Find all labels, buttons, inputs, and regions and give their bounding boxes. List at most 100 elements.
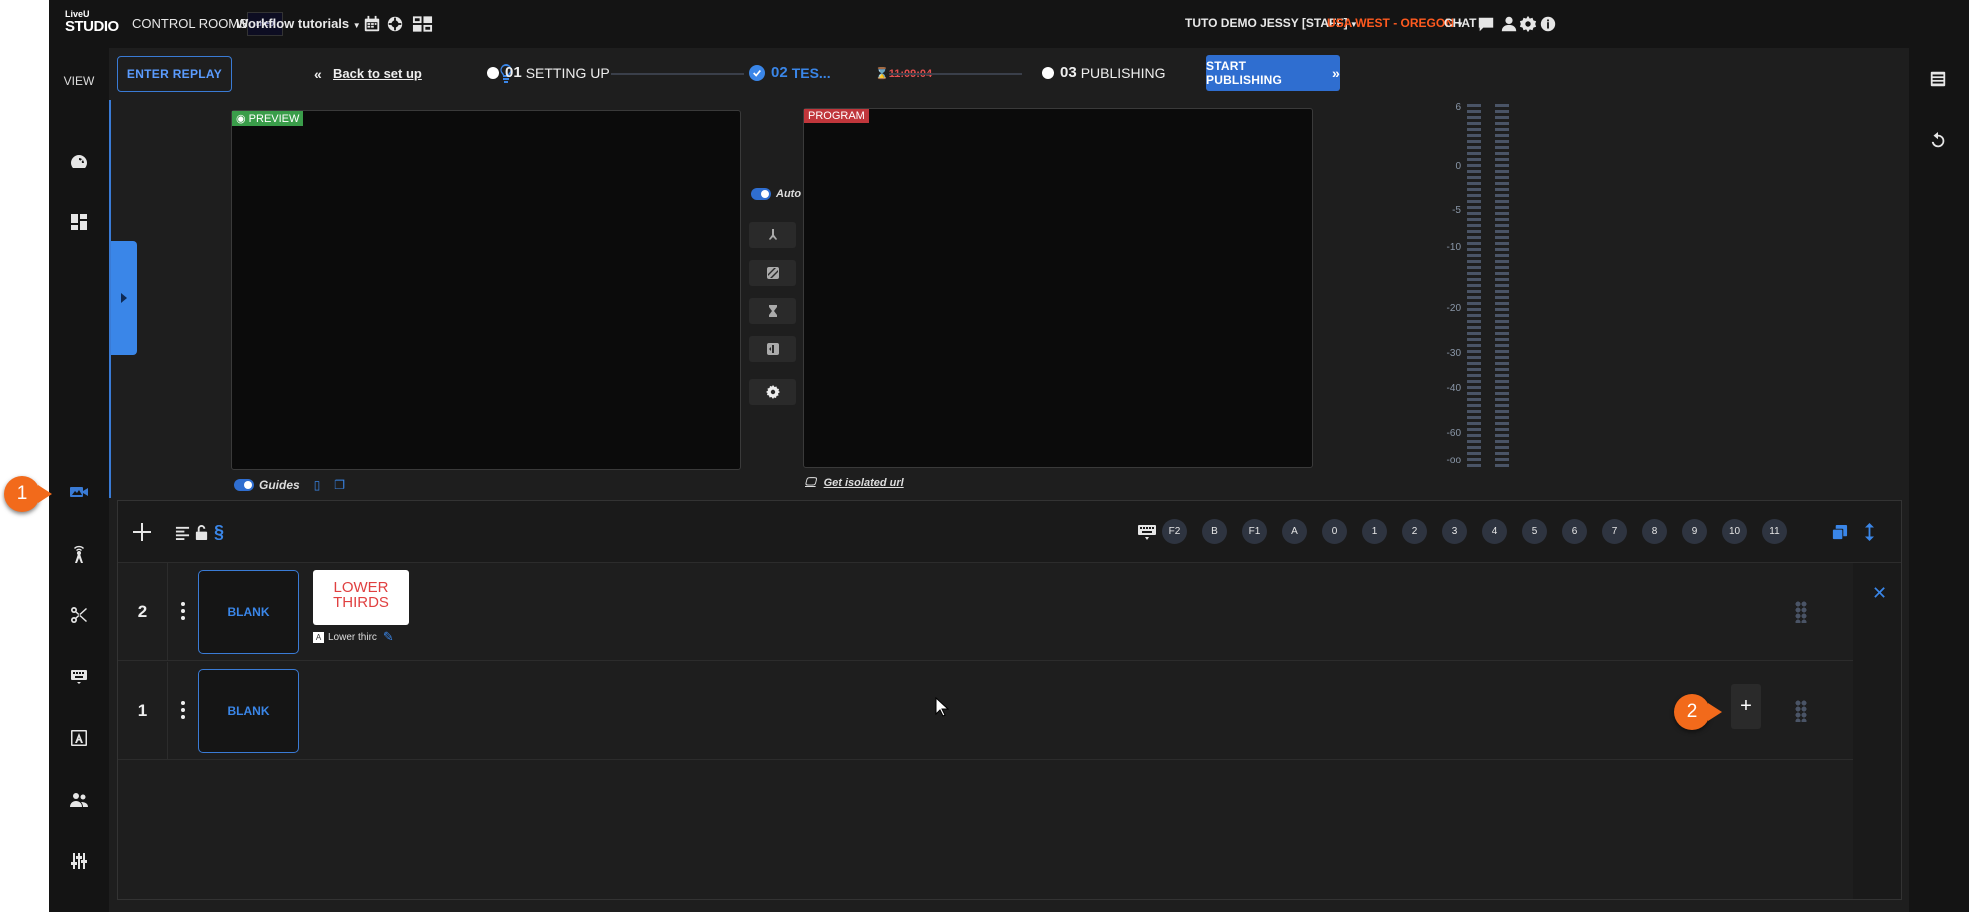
- step-testing[interactable]: 02 TES...: [749, 64, 831, 81]
- meter-tick: -oo: [1446, 455, 1461, 466]
- close-rows-x-icon[interactable]: ✕: [1872, 583, 1887, 604]
- row-drag-handle-icon[interactable]: [1795, 601, 1807, 623]
- transition-settings-button[interactable]: [749, 379, 796, 405]
- workspace-dropdown[interactable]: Workflow tutorials ▼: [236, 16, 361, 31]
- copy-layers-icon[interactable]: [1830, 521, 1848, 543]
- isolated-url-label: Get isolated url: [823, 476, 904, 489]
- info-icon[interactable]: [1538, 14, 1558, 34]
- rundown-list-icon[interactable]: [1929, 70, 1949, 90]
- shortcut-key-f2[interactable]: F2: [1162, 519, 1187, 544]
- shortcut-key-6[interactable]: 6: [1562, 519, 1587, 544]
- user-profile-icon[interactable]: [1499, 14, 1519, 34]
- wipe-transition-button[interactable]: [749, 336, 796, 362]
- align-left-icon[interactable]: [174, 521, 190, 543]
- meter-tick: 6: [1455, 102, 1461, 113]
- app-window: LiveU STUDIO CONTROL ROOMS LiveU Workflo…: [49, 0, 1969, 912]
- chevron-right-icon: [121, 293, 127, 303]
- program-monitor[interactable]: PROGRAM: [803, 108, 1313, 468]
- keyboard-shortcuts-icon[interactable]: [1136, 521, 1158, 543]
- cut-transition-button[interactable]: [749, 222, 796, 248]
- blank-scene-tile[interactable]: BLANK: [198, 669, 299, 753]
- nav-keyboard-icon[interactable]: [49, 656, 109, 696]
- shortcut-key-a[interactable]: A: [1282, 519, 1307, 544]
- step-connector: [611, 73, 744, 75]
- get-isolated-url-link[interactable]: 🖵 Get isolated url: [805, 476, 904, 489]
- step-number: 02: [771, 64, 788, 81]
- add-row-plus-icon[interactable]: [131, 521, 153, 543]
- double-chevron-right-icon: »: [1332, 65, 1340, 81]
- shortcut-key-b[interactable]: B: [1202, 519, 1227, 544]
- rundown-row[interactable]: 1 BLANK +: [118, 662, 1853, 760]
- start-publishing-button[interactable]: START PUBLISHING »: [1206, 55, 1340, 91]
- step-label: PUBLISHING: [1080, 64, 1166, 81]
- blank-scene-tile[interactable]: BLANK: [198, 570, 299, 654]
- shortcut-key-f1[interactable]: F1: [1242, 519, 1267, 544]
- fade-pattern-icon: [766, 267, 779, 279]
- chat-label[interactable]: CHAT: [1444, 16, 1476, 30]
- step-setting-up[interactable]: 01 SETTING UP: [487, 64, 610, 81]
- row-drag-handle-icon[interactable]: [1795, 700, 1807, 722]
- nav-scissors-icon[interactable]: [49, 595, 109, 635]
- fade-transition-button[interactable]: [749, 260, 796, 286]
- shortcut-key-8[interactable]: 8: [1642, 519, 1667, 544]
- preview-monitor[interactable]: ◉ PREVIEW: [231, 110, 741, 470]
- calendar-icon[interactable]: [362, 14, 382, 34]
- shortcut-key-5[interactable]: 5: [1522, 519, 1547, 544]
- nav-audio-sliders-icon[interactable]: [49, 841, 109, 881]
- nav-video-camera-icon[interactable]: [49, 472, 109, 512]
- row-menu-kebab-icon[interactable]: [180, 700, 186, 720]
- meter-tick: -5: [1452, 205, 1461, 216]
- shortcut-key-2[interactable]: 2: [1402, 519, 1427, 544]
- add-layer-plus-button[interactable]: +: [1731, 684, 1761, 729]
- shortcut-key-0[interactable]: 0: [1322, 519, 1347, 544]
- view-label: VIEW: [63, 74, 95, 88]
- control-rooms-link[interactable]: CONTROL ROOMS: [132, 16, 248, 31]
- copy-layers-icon[interactable]: ❐: [334, 478, 345, 492]
- guides-toggle[interactable]: [234, 479, 254, 491]
- hourglass-transition-icon: [768, 305, 777, 317]
- undo-history-icon[interactable]: [1929, 132, 1949, 152]
- step-status-dot: [1042, 66, 1054, 79]
- meter-tick: -10: [1446, 242, 1461, 253]
- liveu-studio-logo[interactable]: LiveU STUDIO: [65, 10, 119, 36]
- auto-toggle-switch[interactable]: [751, 188, 771, 200]
- expand-vertical-arrows-icon[interactable]: [1863, 521, 1875, 543]
- auto-transition-toggle[interactable]: Auto: [751, 188, 801, 200]
- shortcut-key-4[interactable]: 4: [1482, 519, 1507, 544]
- step-number: 01: [505, 64, 522, 81]
- layout-grid-icon[interactable]: [410, 14, 434, 34]
- nav-broadcast-antenna-icon[interactable]: [49, 534, 109, 574]
- top-bar: LiveU STUDIO CONTROL ROOMS LiveU Workflo…: [49, 0, 1969, 48]
- nav-dashboard-gauge-icon[interactable]: [49, 142, 109, 182]
- row-menu-kebab-icon[interactable]: [180, 601, 186, 621]
- enter-replay-button[interactable]: ENTER REPLAY: [117, 56, 232, 92]
- chat-bubble-icon[interactable]: [1476, 14, 1496, 34]
- nav-text-overlay-icon[interactable]: [49, 718, 109, 758]
- settings-gear-icon[interactable]: [1518, 14, 1538, 34]
- card-label-text: Lower thirc: [328, 631, 377, 643]
- rundown-row[interactable]: 2 BLANK LOWER THIRDS A Lower thirc ✎: [118, 563, 1853, 661]
- unlock-icon[interactable]: [193, 521, 209, 543]
- nav-layout-tiles-icon[interactable]: [49, 202, 109, 242]
- back-to-setup-link[interactable]: Back to set up: [333, 66, 422, 81]
- workspace-name: Workflow tutorials: [236, 16, 350, 31]
- expand-sources-panel-tab[interactable]: [111, 241, 137, 355]
- guides-label: Guides: [259, 478, 300, 492]
- shortcut-key-1[interactable]: 1: [1362, 519, 1387, 544]
- step-publishing[interactable]: 03 PUBLISHING: [1042, 64, 1166, 81]
- edit-pencil-icon[interactable]: ✎: [383, 629, 394, 645]
- shortcut-key-7[interactable]: 7: [1602, 519, 1627, 544]
- help-lifebuoy-icon[interactable]: [385, 14, 405, 34]
- stinger-transition-button[interactable]: [749, 298, 796, 324]
- region-name: USA WEST - OREGON: [1327, 16, 1454, 30]
- mobile-view-icon[interactable]: ▯: [314, 478, 321, 492]
- double-chevron-left-icon: «: [314, 66, 322, 82]
- callout-badge-1: 1: [4, 476, 52, 512]
- lower-thirds-card[interactable]: LOWER THIRDS: [313, 570, 409, 625]
- nav-guests-group-icon[interactable]: [49, 780, 109, 820]
- shortcut-key-9[interactable]: 9: [1682, 519, 1707, 544]
- shortcut-key-10[interactable]: 10: [1722, 519, 1747, 544]
- shortcut-key-3[interactable]: 3: [1442, 519, 1467, 544]
- link-chain-icon[interactable]: §: [213, 521, 225, 543]
- shortcut-key-11[interactable]: 11: [1762, 519, 1787, 544]
